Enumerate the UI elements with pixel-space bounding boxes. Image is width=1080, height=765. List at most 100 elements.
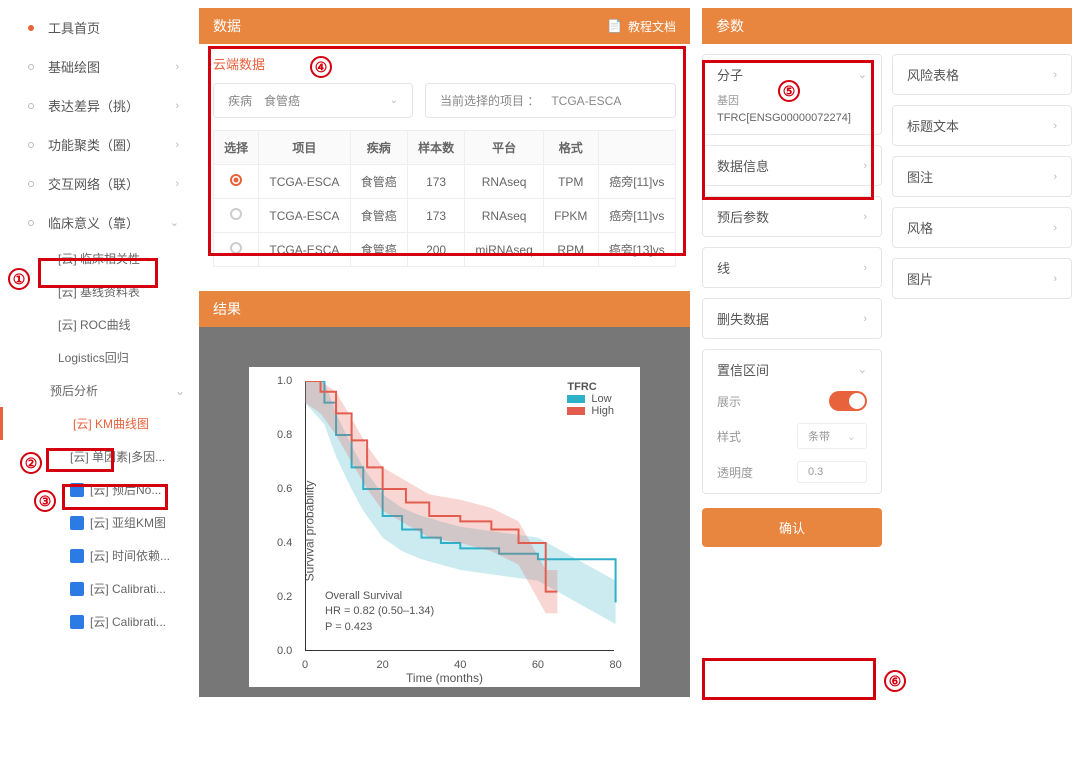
main: 数据 📄 教程文档 云端数据 疾病 食管癌 ⌄ (195, 0, 1080, 705)
module-icon (70, 483, 84, 497)
param-toggle[interactable]: 删失数据 › (717, 309, 867, 328)
sidebar-item-1[interactable]: 基础绘图 › (0, 47, 195, 86)
sidebar-item-4[interactable]: 交互网络（联） › (0, 164, 195, 203)
result-panel-header: 结果 (199, 291, 690, 327)
param-group: 线 › (702, 247, 882, 288)
opacity-input[interactable]: 0.3 (797, 461, 867, 483)
sidebar-subitem[interactable]: [云] KM曲线图 (0, 407, 195, 440)
sidebar-label: 临床意义（靠） (48, 213, 139, 232)
style-select-row: 样式条带⌄ (717, 423, 867, 449)
sidebar-subitem[interactable]: [云] ROC曲线 (0, 308, 195, 341)
radio-icon[interactable] (230, 208, 242, 220)
km-chart: Survival probability Time (months) TFRC … (249, 367, 640, 687)
sidebar-item-2[interactable]: 表达差异（挑） › (0, 86, 195, 125)
param-toggle[interactable]: 风险表格 › (907, 65, 1057, 84)
chevron-icon: › (1053, 171, 1057, 183)
chevron-icon: › (175, 139, 179, 151)
prognosis-label: 预后分析 (50, 382, 98, 399)
module-icon (70, 516, 84, 530)
chevron-icon: ⌄ (170, 216, 179, 229)
param-group: 风险表格 › (892, 54, 1072, 95)
show-toggle-row: 展示 (717, 391, 867, 411)
sidebar-subitem[interactable]: [云] 亚组KM图 (0, 506, 195, 539)
radio-icon[interactable] (230, 242, 242, 254)
app-root: 工具首页 基础绘图 › 表达差异（挑） › 功能聚类（圈） › 交互网络（联） … (0, 0, 1080, 705)
chevron-icon: › (1053, 69, 1057, 81)
y-tick: 1.0 (277, 375, 292, 387)
x-tick: 20 (377, 659, 389, 671)
center-column: 数据 📄 教程文档 云端数据 疾病 食管癌 ⌄ (199, 8, 690, 697)
chevron-icon: › (175, 178, 179, 190)
params-header: 参数 (702, 8, 1072, 44)
gene-field-value: TFRC[ENSG00000072274] (717, 112, 867, 124)
table-header: 样本数 (407, 131, 464, 165)
chevron-down-icon: ⌄ (175, 384, 185, 398)
bullet-icon (28, 103, 34, 109)
chevron-icon: › (863, 211, 867, 223)
sidebar-subitem[interactable]: [云] 预后No... (0, 473, 195, 506)
sidebar-item-0[interactable]: 工具首页 (0, 8, 195, 47)
confirm-button[interactable]: 确认 (702, 508, 882, 547)
chevron-icon: › (175, 61, 179, 73)
param-toggle[interactable]: 置信区间 ⌄ (717, 360, 867, 379)
param-toggle[interactable]: 分子 ⌄ (717, 65, 867, 84)
param-toggle[interactable]: 图片 › (907, 269, 1057, 288)
table-row[interactable]: TCGA-ESCA食管癌 200miRNAseq RPM癌旁[13]vs (214, 233, 676, 267)
y-tick: 0.0 (277, 645, 292, 657)
module-icon (70, 615, 84, 629)
param-toggle[interactable]: 风格 › (907, 218, 1057, 237)
sidebar-item-3[interactable]: 功能聚类（圈） › (0, 125, 195, 164)
sidebar-item-prognosis[interactable]: 预后分析 ⌄ (0, 374, 195, 407)
sidebar-subitem[interactable]: [云] Calibrati... (0, 605, 195, 638)
param-group: 图片 › (892, 258, 1072, 299)
project-display: 当前选择的项目 ： TCGA-ESCA (425, 83, 676, 118)
table-header: 选择 (214, 131, 259, 165)
param-toggle[interactable]: 图注 › (907, 167, 1057, 186)
radio-icon[interactable] (230, 174, 242, 186)
param-group: 删失数据 › (702, 298, 882, 339)
sidebar: 工具首页 基础绘图 › 表达差异（挑） › 功能聚类（圈） › 交互网络（联） … (0, 0, 195, 705)
chevron-icon: › (863, 313, 867, 325)
chevron-down-icon: ⌄ (390, 95, 398, 106)
bullet-icon (28, 181, 34, 187)
gene-field-label: 基因 (717, 92, 867, 108)
params-column: 参数 分子 ⌄ 基因 TFRC[ENSG00000072274] 数据信息 › 预… (702, 8, 1072, 697)
sidebar-subitem[interactable]: Logistics回归 (0, 341, 195, 374)
params-body: 分子 ⌄ 基因 TFRC[ENSG00000072274] 数据信息 › 预后参数… (702, 54, 1072, 547)
chevron-icon: › (863, 262, 867, 274)
disease-select[interactable]: 疾病 食管癌 ⌄ (213, 83, 413, 118)
data-panel-header: 数据 📄 教程文档 (199, 8, 690, 44)
chevron-icon: › (1053, 222, 1057, 234)
chevron-icon: ⌄ (858, 363, 867, 376)
bullet-icon (28, 142, 34, 148)
km-lines (305, 381, 635, 651)
table-row[interactable]: TCGA-ESCA食管癌 173RNAseq FPKM癌旁[11]vs (214, 199, 676, 233)
result-panel: 结果 Survival probability Time (months) TF… (199, 291, 690, 697)
y-tick: 0.2 (277, 591, 292, 603)
bullet-icon (28, 220, 34, 226)
sidebar-subitem[interactable]: [云] 时间依赖... (0, 539, 195, 572)
param-toggle[interactable]: 标题文本 › (907, 116, 1057, 135)
sidebar-subitem[interactable]: [云] Calibrati... (0, 572, 195, 605)
param-toggle[interactable]: 线 › (717, 258, 867, 277)
param-group: 置信区间 ⌄ 展示 样式条带⌄ 透明度0.3 (702, 349, 882, 494)
sidebar-subitem[interactable]: [云] 临床相关性 (0, 242, 195, 275)
y-tick: 0.8 (277, 429, 292, 441)
param-group: 预后参数 › (702, 196, 882, 237)
doc-link[interactable]: 📄 教程文档 (607, 18, 676, 35)
module-icon (70, 549, 84, 563)
table-row[interactable]: TCGA-ESCA食管癌 173RNAseq TPM癌旁[11]vs (214, 165, 676, 199)
result-body: Survival probability Time (months) TFRC … (199, 327, 690, 697)
sidebar-label: 基础绘图 (48, 57, 100, 76)
sidebar-item-5[interactable]: 临床意义（靠） ⌄ (0, 203, 195, 242)
sidebar-label: 工具首页 (48, 18, 100, 37)
chevron-icon: › (1053, 273, 1057, 285)
table-header: 项目 (259, 131, 350, 165)
param-group: 标题文本 › (892, 105, 1072, 146)
toggle-switch[interactable] (829, 391, 867, 411)
sidebar-subitem[interactable]: [云] 基线资料表 (0, 275, 195, 308)
style-select[interactable]: 条带⌄ (797, 423, 867, 449)
param-toggle[interactable]: 预后参数 › (717, 207, 867, 226)
param-toggle[interactable]: 数据信息 › (717, 156, 867, 175)
sidebar-subitem[interactable]: [云] 单因素|多因... (0, 440, 195, 473)
